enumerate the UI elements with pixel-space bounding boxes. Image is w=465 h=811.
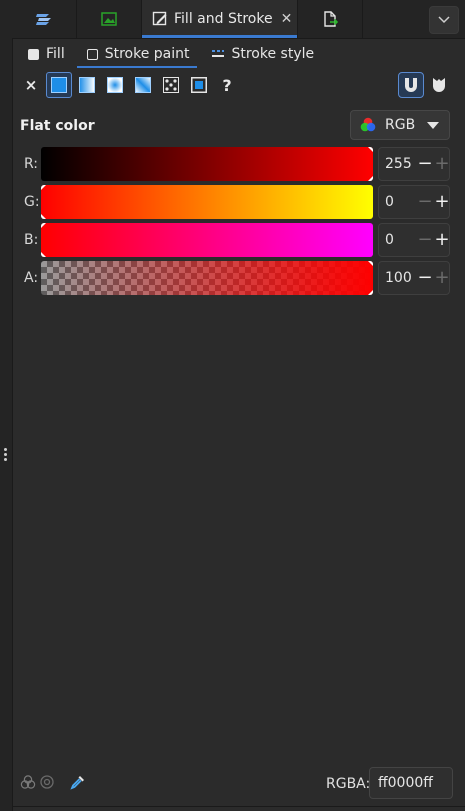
alpha-channel-row: A: 100 − + xyxy=(20,261,456,295)
green-slider-marker-bottom xyxy=(41,214,46,219)
green-slider-marker-top xyxy=(41,185,46,190)
tab-stroke-style-label: Stroke style xyxy=(231,46,315,62)
alpha-slider[interactable] xyxy=(41,261,373,295)
paint-type-toolbar: × ? xyxy=(18,72,458,98)
green-channel-label: G: xyxy=(24,194,40,210)
linear-gradient-button[interactable] xyxy=(74,72,100,98)
unset-paint-icon: ? xyxy=(222,75,232,95)
dock-gutter xyxy=(0,0,13,811)
unset-paint-button[interactable]: ? xyxy=(214,72,240,98)
color-mode-label: RGB xyxy=(385,117,416,133)
tab-fill[interactable]: Fill xyxy=(14,42,73,66)
no-paint-button[interactable]: × xyxy=(18,72,44,98)
blue-channel-label: B: xyxy=(24,232,39,248)
out-of-gamut-icon xyxy=(40,775,54,789)
alpha-gradient-overlay xyxy=(41,261,373,295)
eyedropper-icon[interactable] xyxy=(70,774,86,790)
dock-tab-bar: Fill and Stroke ✕ xyxy=(12,0,465,39)
tab-stroke-paint[interactable]: Stroke paint xyxy=(73,42,198,68)
mesh-gradient-icon xyxy=(135,77,151,93)
close-tab-icon[interactable]: ✕ xyxy=(281,11,293,27)
green-increment-button[interactable]: + xyxy=(434,190,450,214)
fill-stroke-icon xyxy=(152,11,167,26)
chevron-down-icon xyxy=(438,16,450,24)
blue-increment-button[interactable]: + xyxy=(434,228,450,252)
blue-decrement-button[interactable]: − xyxy=(417,228,433,252)
green-spin-field[interactable]: 0 − + xyxy=(378,185,450,219)
layers-icon xyxy=(36,14,51,25)
red-value[interactable]: 255 xyxy=(385,156,412,172)
mesh-gradient-button[interactable] xyxy=(130,72,156,98)
radial-gradient-button[interactable] xyxy=(102,72,128,98)
blue-slider-marker-top xyxy=(41,223,46,228)
blue-slider[interactable] xyxy=(41,223,373,257)
dock-menu-button[interactable] xyxy=(429,6,459,34)
document-properties-icon xyxy=(324,11,338,27)
tab-stroke-paint-label: Stroke paint xyxy=(104,46,190,62)
green-decrement-button[interactable]: − xyxy=(417,190,433,214)
image-export-icon xyxy=(101,12,117,26)
blue-channel-row: B: 0 − + xyxy=(20,223,456,257)
alpha-decrement-button[interactable]: − xyxy=(417,266,433,290)
no-paint-icon: × xyxy=(24,76,38,94)
alpha-channel-label: A: xyxy=(24,270,39,286)
alpha-increment-button[interactable]: + xyxy=(434,266,450,290)
stroke-style-icon xyxy=(212,50,225,57)
fill-rule-nonzero-button[interactable] xyxy=(426,72,452,98)
stroke-paint-checkbox-icon xyxy=(86,48,98,60)
footer-divider xyxy=(12,806,465,807)
fill-checkbox-icon xyxy=(28,48,39,60)
paint-target-tabs: Fill Stroke paint Stroke style xyxy=(14,42,322,68)
swatch-icon xyxy=(191,77,207,93)
red-decrement-button[interactable]: − xyxy=(417,152,433,176)
fill-rule-evenodd-icon xyxy=(405,78,417,92)
color-mode-select[interactable]: RGB xyxy=(350,110,450,140)
rgba-input[interactable] xyxy=(369,767,453,799)
tab-document-properties[interactable] xyxy=(298,0,363,38)
alpha-slider-marker-bottom xyxy=(368,290,373,295)
pattern-icon xyxy=(163,77,179,93)
blue-spin-field[interactable]: 0 − + xyxy=(378,223,450,257)
swatch-button[interactable] xyxy=(186,72,212,98)
rgba-label: RGBA: xyxy=(326,776,371,792)
color-managed-icon xyxy=(20,775,36,789)
tab-title: Fill and Stroke xyxy=(174,11,273,27)
radial-gradient-icon xyxy=(107,77,123,93)
fill-rule-nonzero-icon xyxy=(433,78,445,92)
blue-value[interactable]: 0 xyxy=(385,232,394,248)
red-slider[interactable] xyxy=(41,147,373,181)
red-spin-field[interactable]: 255 − + xyxy=(378,147,450,181)
flat-color-button[interactable] xyxy=(46,72,72,98)
tab-layers[interactable] xyxy=(12,0,77,38)
fill-and-stroke-dialog: Fill and Stroke ✕ Fill Stroke paint Stro… xyxy=(0,0,465,811)
tab-stroke-style[interactable]: Stroke style xyxy=(197,42,322,66)
alpha-value[interactable]: 100 xyxy=(385,270,412,286)
green-slider[interactable] xyxy=(41,185,373,219)
caret-down-icon xyxy=(427,122,439,129)
color-footer: RGBA: xyxy=(12,760,465,804)
linear-gradient-icon xyxy=(79,77,95,93)
drag-handle-icon[interactable] xyxy=(4,448,8,464)
red-slider-marker-bottom xyxy=(368,176,373,181)
tab-export[interactable] xyxy=(77,0,142,38)
red-channel-label: R: xyxy=(24,156,39,172)
tab-fill-and-stroke[interactable]: Fill and Stroke ✕ xyxy=(142,0,298,38)
green-value[interactable]: 0 xyxy=(385,194,394,210)
alpha-spin-field[interactable]: 100 − + xyxy=(378,261,450,295)
green-channel-row: G: 0 − + xyxy=(20,185,456,219)
fill-rule-evenodd-button[interactable] xyxy=(398,72,424,98)
red-increment-button[interactable]: + xyxy=(434,152,450,176)
tab-fill-label: Fill xyxy=(46,46,65,62)
flat-color-label: Flat color xyxy=(20,118,95,134)
blue-slider-marker-bottom xyxy=(41,252,46,257)
flat-color-icon xyxy=(51,77,67,93)
red-slider-marker-top xyxy=(368,147,373,152)
rgb-wheel-icon xyxy=(360,117,376,132)
pattern-button[interactable] xyxy=(158,72,184,98)
red-channel-row: R: 255 − + xyxy=(20,147,456,181)
alpha-slider-marker-top xyxy=(368,261,373,266)
